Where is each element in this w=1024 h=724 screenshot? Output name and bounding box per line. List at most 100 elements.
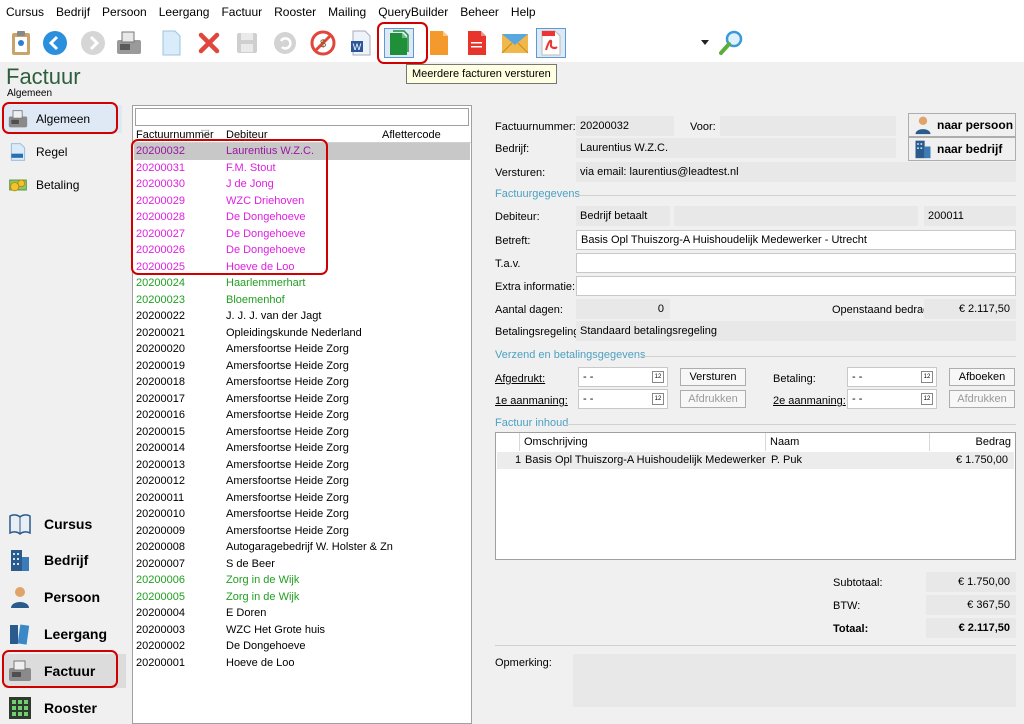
table-row[interactable]: 20200027 De Dongehoeve bbox=[134, 226, 470, 243]
table-row[interactable]: 20200028 De Dongehoeve bbox=[134, 209, 470, 226]
send-button[interactable]: Versturen bbox=[680, 368, 746, 386]
calendar-icon[interactable]: 12 bbox=[921, 393, 933, 405]
menu-factuur[interactable]: Factuur bbox=[221, 5, 262, 19]
section-factuur-inhoud: Factuur inhoud bbox=[495, 417, 569, 429]
table-row[interactable]: 20200016 Amersfoortse Heide Zorg bbox=[134, 407, 470, 424]
menu-mailing[interactable]: Mailing bbox=[328, 5, 366, 19]
table-row[interactable]: 20200014 Amersfoortse Heide Zorg bbox=[134, 440, 470, 457]
save-icon[interactable] bbox=[232, 28, 262, 58]
to-person-button[interactable]: naar persoon bbox=[908, 113, 1016, 137]
table-row[interactable]: 20200023 Bloemenhof bbox=[134, 292, 470, 309]
section-factuurgegevens: Factuurgegevens bbox=[495, 188, 580, 200]
print-reminder1-button[interactable]: Afdrukken bbox=[680, 390, 746, 408]
invoice-number-cell: 20200028 bbox=[136, 211, 185, 223]
table-row[interactable]: 1 Basis Opl Thuiszorg-A Huishoudelijk Me… bbox=[497, 452, 1014, 469]
cancel-icon[interactable]: $ bbox=[308, 28, 338, 58]
table-row[interactable]: 20200022 J. J. J. van der Jagt bbox=[134, 308, 470, 325]
nav-module-bedrijf[interactable]: Bedrijf bbox=[4, 543, 126, 577]
nav-tab-betaling[interactable]: Betaling bbox=[4, 171, 122, 199]
send-multiple-invoices-icon[interactable] bbox=[384, 28, 414, 58]
nav-tab-algemeen[interactable]: Algemeen bbox=[4, 105, 122, 133]
table-row[interactable]: 20200008 Autogaragebedrijf W. Holster & Z… bbox=[134, 539, 470, 556]
table-row[interactable]: 20200015 Amersfoortse Heide Zorg bbox=[134, 424, 470, 441]
table-row[interactable]: 20200001 Hoeve de Loo bbox=[134, 655, 470, 672]
menu-bedrijf[interactable]: Bedrijf bbox=[56, 5, 90, 19]
print-reminder2-button[interactable]: Afdrukken bbox=[949, 390, 1015, 408]
nav-tab-regel[interactable]: Regel bbox=[4, 138, 122, 166]
nav-module-persoon[interactable]: Persoon bbox=[4, 580, 126, 614]
dropdown-arrow-icon[interactable] bbox=[698, 28, 712, 58]
red-document-icon[interactable] bbox=[462, 28, 492, 58]
table-row[interactable]: 20200003 WZC Het Grote huis bbox=[134, 622, 470, 639]
menu-querybuilder[interactable]: QueryBuilder bbox=[378, 5, 448, 19]
clipboard-icon[interactable] bbox=[6, 28, 36, 58]
debtor-cell: De Dongehoeve bbox=[226, 227, 306, 240]
books-icon bbox=[10, 624, 30, 645]
table-row[interactable]: 20200013 Amersfoortse Heide Zorg bbox=[134, 457, 470, 474]
send-label: Versturen: bbox=[495, 167, 546, 179]
table-row[interactable]: 20200006 Zorg in de Wijk bbox=[134, 572, 470, 589]
list-filter-input[interactable] bbox=[135, 108, 469, 126]
book-payment-button[interactable]: Afboeken bbox=[949, 368, 1015, 386]
nav-module-cursus[interactable]: Cursus bbox=[4, 507, 126, 541]
table-row[interactable]: 20200005 Zorg in de Wijk bbox=[134, 589, 470, 606]
attn-input[interactable] bbox=[576, 253, 1016, 273]
delete-icon[interactable] bbox=[194, 28, 224, 58]
table-row[interactable]: 20200021 Opleidingskunde Nederland bbox=[134, 325, 470, 342]
nav-module-factuur[interactable]: Factuur bbox=[4, 654, 126, 688]
invoice-number-cell: 20200026 bbox=[136, 244, 185, 256]
remark-field[interactable] bbox=[573, 654, 1016, 707]
column-header-debiteur[interactable]: Debiteur bbox=[226, 129, 268, 141]
menu-rooster[interactable]: Rooster bbox=[274, 5, 316, 19]
table-row[interactable]: 20200030 J de Jong bbox=[134, 176, 470, 193]
menu-beheer[interactable]: Beheer bbox=[460, 5, 499, 19]
table-row[interactable]: 20200024 Haarlemmerhart bbox=[134, 275, 470, 292]
menu-help[interactable]: Help bbox=[511, 5, 536, 19]
menu-persoon[interactable]: Persoon bbox=[102, 5, 147, 19]
calendar-icon[interactable]: 12 bbox=[921, 371, 933, 383]
calendar-icon[interactable]: 12 bbox=[652, 371, 664, 383]
table-row[interactable]: 20200009 Amersfoortse Heide Zorg bbox=[134, 523, 470, 540]
person-icon bbox=[915, 116, 931, 135]
column-header-bedrag[interactable]: Bedrag bbox=[930, 433, 1015, 451]
table-row[interactable]: 20200029 WZC Driehoven bbox=[134, 193, 470, 210]
table-row[interactable]: 20200017 Amersfoortse Heide Zorg bbox=[134, 391, 470, 408]
word-icon[interactable]: W bbox=[346, 28, 376, 58]
column-header-naam[interactable]: Naam bbox=[766, 433, 930, 451]
table-row[interactable]: 20200011 Amersfoortse Heide Zorg bbox=[134, 490, 470, 507]
table-row[interactable]: 20200026 De Dongehoeve bbox=[134, 242, 470, 259]
table-row[interactable]: 20200031 F.M. Stout bbox=[134, 160, 470, 177]
column-header-omschrijving[interactable]: Omschrijving bbox=[520, 433, 766, 451]
pdf-icon[interactable] bbox=[536, 28, 566, 58]
debtor-cell: Amersfoortse Heide Zorg bbox=[226, 359, 349, 372]
table-row[interactable]: 20200019 Amersfoortse Heide Zorg bbox=[134, 358, 470, 375]
back-icon[interactable] bbox=[40, 28, 70, 58]
search-icon[interactable] bbox=[716, 28, 746, 58]
nav-module-leergang[interactable]: Leergang bbox=[4, 617, 126, 651]
menu-leergang[interactable]: Leergang bbox=[159, 5, 210, 19]
table-row[interactable]: 20200025 Hoeve de Loo bbox=[134, 259, 470, 276]
table-row[interactable]: 20200004 E Doren bbox=[134, 605, 470, 622]
forward-icon[interactable] bbox=[78, 28, 108, 58]
email-icon[interactable] bbox=[500, 28, 530, 58]
table-row[interactable]: 20200020 Amersfoortse Heide Zorg bbox=[134, 341, 470, 358]
calendar-icon[interactable]: 12 bbox=[652, 393, 664, 405]
subtotal-field: € 1.750,00 bbox=[926, 572, 1016, 592]
table-row[interactable]: 20200018 Amersfoortse Heide Zorg bbox=[134, 374, 470, 391]
undo-icon[interactable] bbox=[270, 28, 300, 58]
nav-module-rooster[interactable]: Rooster bbox=[4, 691, 126, 724]
table-row[interactable]: 20200007 S de Beer bbox=[134, 556, 470, 573]
extra-info-input[interactable] bbox=[576, 276, 1016, 296]
table-row[interactable]: 20200002 De Dongehoeve bbox=[134, 638, 470, 655]
debtor-cell: Bloemenhof bbox=[226, 293, 285, 306]
column-header-aflettercode[interactable]: Aflettercode bbox=[382, 129, 441, 141]
table-row[interactable]: 20200012 Amersfoortse Heide Zorg bbox=[134, 473, 470, 490]
to-company-button[interactable]: naar bedrijf bbox=[908, 137, 1016, 161]
subject-input[interactable]: Basis Opl Thuiszorg-A Huishoudelijk Mede… bbox=[576, 230, 1016, 250]
new-document-icon[interactable] bbox=[156, 28, 186, 58]
table-row[interactable]: 20200032 Laurentius W.Z.C. bbox=[134, 143, 470, 160]
menu-cursus[interactable]: Cursus bbox=[6, 5, 44, 19]
orange-document-icon[interactable] bbox=[424, 28, 454, 58]
fax-icon[interactable] bbox=[114, 28, 144, 58]
table-row[interactable]: 20200010 Amersfoortse Heide Zorg bbox=[134, 506, 470, 523]
